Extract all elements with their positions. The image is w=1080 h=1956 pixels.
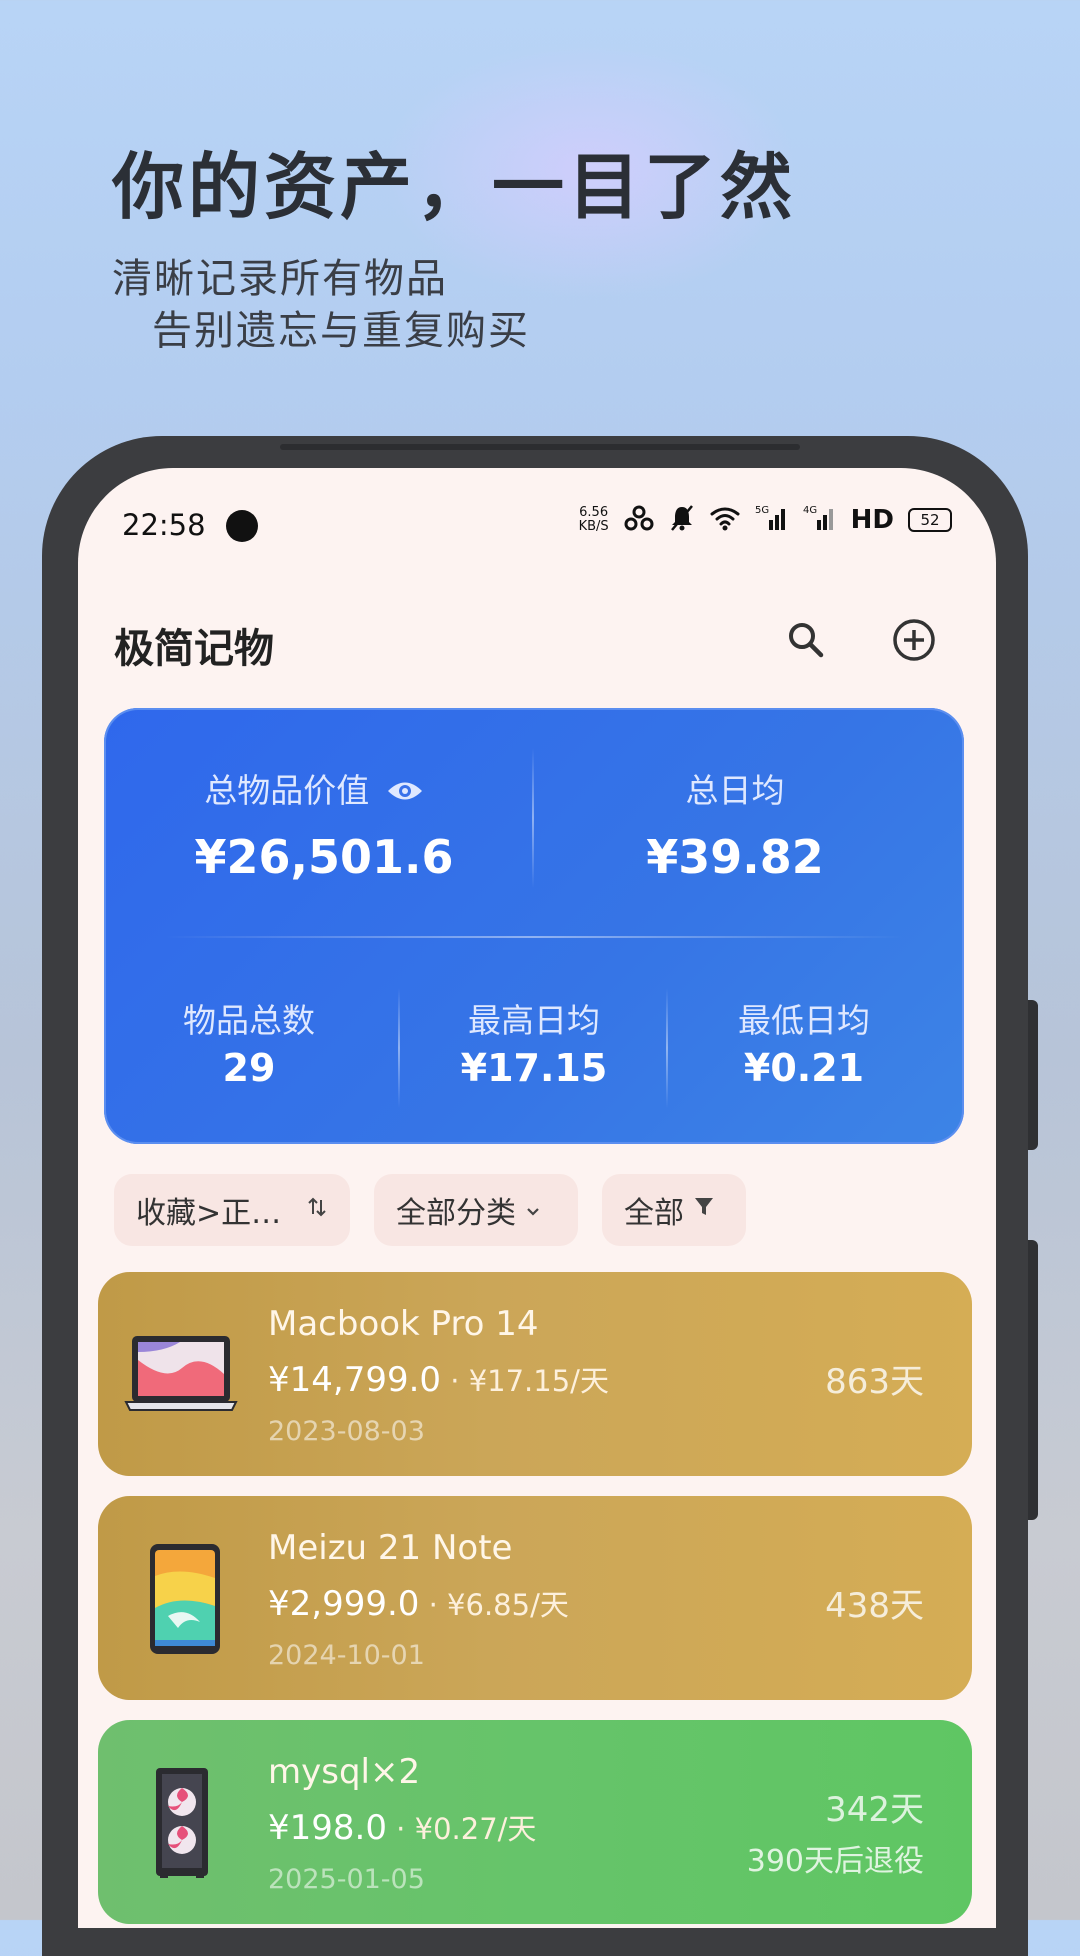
item-price: ¥2,999.0 [268,1584,420,1624]
hotspot-icon [623,504,655,536]
add-item-button[interactable] [886,612,942,668]
status-filter-label: 全部 [624,1196,684,1231]
item-card[interactable]: Macbook Pro 14 ¥14,799.0 · ¥17.15/天 2023… [98,1272,972,1476]
max-daily-value: ¥17.15 [460,1046,608,1090]
sort-arrows-icon [307,1196,327,1224]
total-daily-label: 总日均 [685,771,785,810]
visibility-eye-icon[interactable] [386,778,424,804]
net-speed-unit: KB/S [578,519,609,534]
item-name: Meizu 21 Note [268,1528,513,1568]
sort-chip[interactable]: 收藏>正… [114,1174,350,1246]
search-icon [789,623,824,658]
min-daily-value: ¥0.21 [743,1046,865,1090]
net-speed-value: 6.56 [579,505,609,520]
item-retire-countdown: 390天后退役 [746,1844,924,1879]
server-case-icon [120,1760,242,1882]
divider-horizontal [164,936,904,938]
phone-screen: 22:58 6.56 KB/S 5G 4G HD 52 极简记物 总物品价值 ¥… [78,468,996,1928]
max-daily-label: 最高日均 [468,1001,600,1040]
status-time: 22:58 [122,508,206,542]
divider-vertical [532,748,534,888]
item-price: ¥14,799.0 [268,1360,442,1400]
battery-indicator: 52 [908,508,952,532]
status-filter-chip[interactable]: 全部 [602,1174,746,1246]
signal-4g-icon: 4G [803,504,837,536]
svg-text:4G: 4G [803,505,817,516]
item-daily-cost: · ¥6.85/天 [419,1588,569,1622]
divider-vertical [666,988,668,1108]
item-card[interactable]: Meizu 21 Note ¥2,999.0 · ¥6.85/天 2024-10… [98,1496,972,1700]
divider-vertical [398,988,400,1108]
item-purchase-date: 2023-08-03 [268,1416,425,1447]
item-price-line: ¥198.0 · ¥0.27/天 [268,1806,536,1848]
status-bar: 22:58 6.56 KB/S 5G 4G HD 52 [78,468,996,588]
item-count-value: 29 [222,1046,276,1090]
item-price-line: ¥2,999.0 · ¥6.85/天 [268,1582,569,1624]
item-days-owned: 863天 [825,1362,924,1402]
phone-volume-button [1028,1000,1038,1150]
mute-bell-icon [669,504,695,536]
search-button[interactable] [778,612,834,668]
chevron-down-icon [526,1198,540,1223]
item-daily-cost: · ¥17.15/天 [441,1364,609,1398]
total-value-label-text: 总物品价值 [204,771,370,810]
total-daily-value: ¥39.82 [646,830,824,884]
sort-chip-label: 收藏>正… [136,1196,282,1231]
item-purchase-date: 2025-01-05 [268,1864,425,1895]
hd-voice-indicator: HD [850,505,894,535]
total-value: ¥26,501.6 [194,830,454,884]
item-daily-cost: · ¥0.27/天 [386,1812,537,1846]
phone-icon [120,1536,242,1658]
app-title: 极简记物 [114,626,274,672]
total-value-label: 总物品价值 [184,764,444,812]
item-price: ¥198.0 [268,1808,387,1848]
add-circle-icon [893,619,935,661]
summary-card: 总物品价值 ¥26,501.6 总日均 ¥39.82 物品总数 29 最高日均 … [104,708,964,1144]
min-daily-label: 最低日均 [738,1001,870,1040]
item-price-line: ¥14,799.0 · ¥17.15/天 [268,1358,609,1400]
promo-subline-2: 告别遗忘与重复购买 [152,308,530,354]
filter-funnel-icon [694,1196,714,1224]
net-speed: 6.56 KB/S [579,506,609,534]
item-name: Macbook Pro 14 [268,1304,539,1344]
phone-speaker [280,444,800,450]
item-days-owned: 342天 [825,1790,924,1830]
item-count-label: 物品总数 [183,1001,315,1040]
category-chip-label: 全部分类 [396,1196,516,1231]
wifi-icon [709,505,741,535]
phone-power-button [1028,1240,1038,1520]
front-camera [226,510,258,542]
signal-5g-icon: 5G [755,504,789,536]
status-icons: 6.56 KB/S 5G 4G HD 52 [579,504,952,536]
item-purchase-date: 2024-10-01 [268,1640,425,1671]
promo-headline: 你的资产，一目了然 [112,145,797,229]
svg-text:5G: 5G [755,505,769,516]
laptop-icon [120,1312,242,1434]
promo-subline-1: 清晰记录所有物品 [112,256,448,302]
item-name: mysql×2 [268,1752,421,1792]
item-days-owned: 438天 [825,1586,924,1626]
item-card[interactable]: mysql×2 ¥198.0 · ¥0.27/天 2025-01-05 342天… [98,1720,972,1924]
category-chip[interactable]: 全部分类 [374,1174,578,1246]
